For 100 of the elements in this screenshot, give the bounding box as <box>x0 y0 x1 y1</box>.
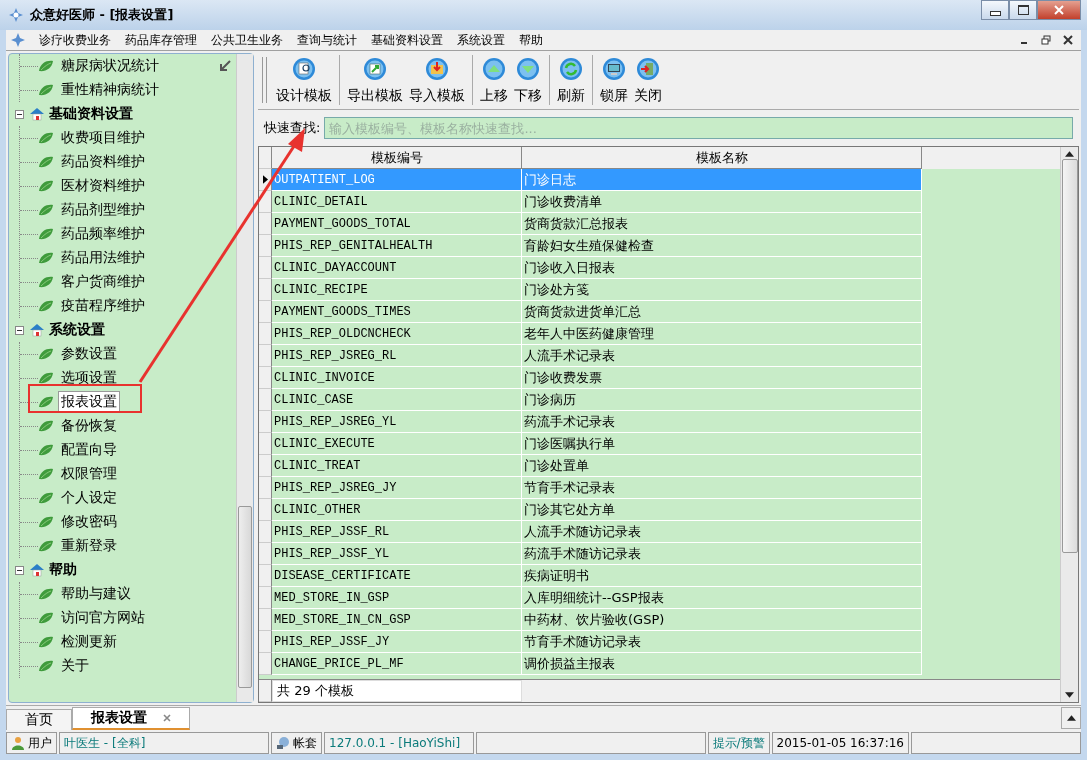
menu-item[interactable]: 药品库存管理 <box>118 31 204 49</box>
tree-group-label[interactable]: 帮助 <box>49 561 77 579</box>
toolbar-button[interactable]: 上移 <box>477 53 511 107</box>
table-row[interactable]: PAYMENT_GOODS_TIMES 货商货款进货单汇总 <box>259 301 1060 323</box>
scroll-thumb[interactable] <box>1061 159 1078 553</box>
tree-item[interactable]: 疫苗程序维护 <box>58 295 148 317</box>
tree-item[interactable]: 药品资料维护 <box>58 151 148 173</box>
close-icon <box>1054 5 1064 15</box>
table-row[interactable]: PHIS_REP_JSSF_JY 节育手术随访记录表 <box>259 631 1060 653</box>
table-cell: 门诊收费清单 <box>522 191 922 213</box>
status-label: 用户 <box>28 734 52 752</box>
tree-item[interactable]: 个人设定 <box>58 487 120 509</box>
toolbar-button[interactable]: 刷新 <box>554 53 588 107</box>
tree-item[interactable]: 药品剂型维护 <box>58 199 148 221</box>
table-row[interactable]: CLINIC_TREAT 门诊处置单 <box>259 455 1060 477</box>
tree-item[interactable]: 重性精神病统计 <box>58 79 162 101</box>
table-row[interactable]: MED_STORE_IN_CN_GSP 中药材、饮片验收(GSP) <box>259 609 1060 631</box>
maximize-button[interactable] <box>1009 0 1037 20</box>
current-user: 叶医生 - [全科] <box>59 732 269 754</box>
scroll-thumb[interactable] <box>238 506 252 688</box>
table-row[interactable]: PAYMENT_GOODS_TOTAL 货商货款汇总报表 <box>259 213 1060 235</box>
tree-item[interactable]: 修改密码 <box>58 511 120 533</box>
table-cell: PHIS_REP_JSSF_JY <box>272 631 522 653</box>
alert-link[interactable]: 提示/预警 <box>707 732 770 754</box>
table-row[interactable]: CLINIC_CASE 门诊病历 <box>259 389 1060 411</box>
table-cell: 门诊收入日报表 <box>522 257 922 279</box>
menu-item[interactable]: 帮助 <box>512 31 550 49</box>
minimize-button[interactable] <box>981 0 1009 20</box>
toolbar-button[interactable]: 设计模板 <box>273 53 335 107</box>
table-row[interactable]: CLINIC_EXECUTE 门诊医嘱执行单 <box>259 433 1060 455</box>
tree-item[interactable]: 配置向导 <box>58 439 120 461</box>
toolbar-button[interactable]: 下移 <box>511 53 545 107</box>
table-row[interactable]: DISEASE_CERTIFICATE 疾病证明书 <box>259 565 1060 587</box>
document-tab[interactable]: 报表设置 <box>72 707 190 730</box>
tree-item[interactable]: 参数设置 <box>58 343 120 365</box>
table-row[interactable]: PHIS_REP_JSSF_YL 药流手术随访记录表 <box>259 543 1060 565</box>
table-row[interactable]: PHIS_REP_JSREG_YL 药流手术记录表 <box>259 411 1060 433</box>
menu-item[interactable]: 诊疗收费业务 <box>32 31 118 49</box>
house-icon <box>29 322 45 338</box>
table-row[interactable]: PHIS_REP_JSREG_RL 人流手术记录表 <box>259 345 1060 367</box>
toolbar-button[interactable]: 关闭 <box>631 53 665 107</box>
table-row[interactable]: CLINIC_INVOICE 门诊收费发票 <box>259 367 1060 389</box>
toolbar-button[interactable]: 导入模板 <box>406 53 468 107</box>
table-cell: DISEASE_CERTIFICATE <box>272 565 522 587</box>
tree-item[interactable]: 客户货商维护 <box>58 271 148 293</box>
app-logo-icon <box>10 32 26 48</box>
tree-item[interactable]: 访问官方网站 <box>58 607 148 629</box>
scroll-up-button[interactable] <box>1061 707 1081 729</box>
tree-item[interactable]: 药品频率维护 <box>58 223 148 245</box>
tree-item[interactable]: 糖尿病状况统计 <box>58 55 162 77</box>
scroll-down-icon[interactable] <box>1065 692 1074 698</box>
tree-item[interactable]: 报表设置 <box>58 391 120 413</box>
table-cell: 门诊收费发票 <box>522 367 922 389</box>
close-button[interactable] <box>1037 0 1081 20</box>
table-row[interactable]: CLINIC_OTHER 门诊其它处方单 <box>259 499 1060 521</box>
leaf-icon <box>38 516 54 528</box>
table-row[interactable]: CHANGE_PRICE_PL_MF 调价损益主报表 <box>259 653 1060 675</box>
table-row[interactable]: MED_STORE_IN_GSP 入库明细统计--GSP报表 <box>259 587 1060 609</box>
scroll-up-icon[interactable] <box>1065 151 1074 157</box>
tree-item[interactable]: 备份恢复 <box>58 415 120 437</box>
tree-group-label[interactable]: 系统设置 <box>49 321 105 339</box>
toolbar-button[interactable]: 导出模板 <box>344 53 406 107</box>
tree-item[interactable]: 收费项目维护 <box>58 127 148 149</box>
table-row[interactable]: CLINIC_DAYACCOUNT 门诊收入日报表 <box>259 257 1060 279</box>
tree-item[interactable]: 选项设置 <box>58 367 120 389</box>
tree-item[interactable]: 权限管理 <box>58 463 120 485</box>
tree-item[interactable]: 关于 <box>58 655 92 677</box>
restore-icon[interactable] <box>1041 35 1051 45</box>
table-cell: 门诊医嘱执行单 <box>522 433 922 455</box>
table-cell: 货商货款进货单汇总 <box>522 301 922 323</box>
column-header[interactable]: 模板编号 <box>272 147 522 169</box>
document-tab[interactable]: 首页 <box>6 709 72 730</box>
close-icon[interactable] <box>1063 35 1073 45</box>
expander-icon[interactable] <box>15 325 24 335</box>
tree-item[interactable]: 帮助与建议 <box>58 583 134 605</box>
tree-item[interactable]: 药品用法维护 <box>58 247 148 269</box>
tree-item[interactable]: 重新登录 <box>58 535 120 557</box>
leaf-icon <box>38 252 54 264</box>
toolbar-button[interactable]: 锁屏 <box>597 53 631 107</box>
menu-item[interactable]: 公共卫生业务 <box>204 31 290 49</box>
tree-group-label[interactable]: 基础资料设置 <box>49 105 133 123</box>
table-cell: PHIS_REP_JSSF_YL <box>272 543 522 565</box>
column-header[interactable]: 模板名称 <box>522 147 922 169</box>
house-icon <box>29 106 45 122</box>
tree-item[interactable]: 检测更新 <box>58 631 120 653</box>
table-row[interactable]: PHIS_REP_JSSF_RL 人流手术随访记录表 <box>259 521 1060 543</box>
table-row[interactable]: CLINIC_DETAIL 门诊收费清单 <box>259 191 1060 213</box>
table-row[interactable]: PHIS_REP_JSREG_JY 节育手术记录表 <box>259 477 1060 499</box>
table-row[interactable]: CLINIC_RECIPE 门诊处方笺 <box>259 279 1060 301</box>
expander-icon[interactable] <box>15 109 24 119</box>
table-row[interactable]: PHIS_REP_OLDCNCHECK 老年人中医药健康管理 <box>259 323 1060 345</box>
tree-item[interactable]: 医材资料维护 <box>58 175 148 197</box>
menu-item[interactable]: 系统设置 <box>450 31 512 49</box>
menu-item[interactable]: 基础资料设置 <box>364 31 450 49</box>
menu-item[interactable]: 查询与统计 <box>290 31 364 49</box>
table-cell: 人流手术随访记录表 <box>522 521 922 543</box>
expander-icon[interactable] <box>15 565 24 575</box>
collapse-arrow-icon[interactable] <box>219 60 231 72</box>
status-label: 帐套 <box>293 734 317 752</box>
table-row[interactable]: PHIS_REP_GENITALHEALTH 育龄妇女生殖保健检查 <box>259 235 1060 257</box>
